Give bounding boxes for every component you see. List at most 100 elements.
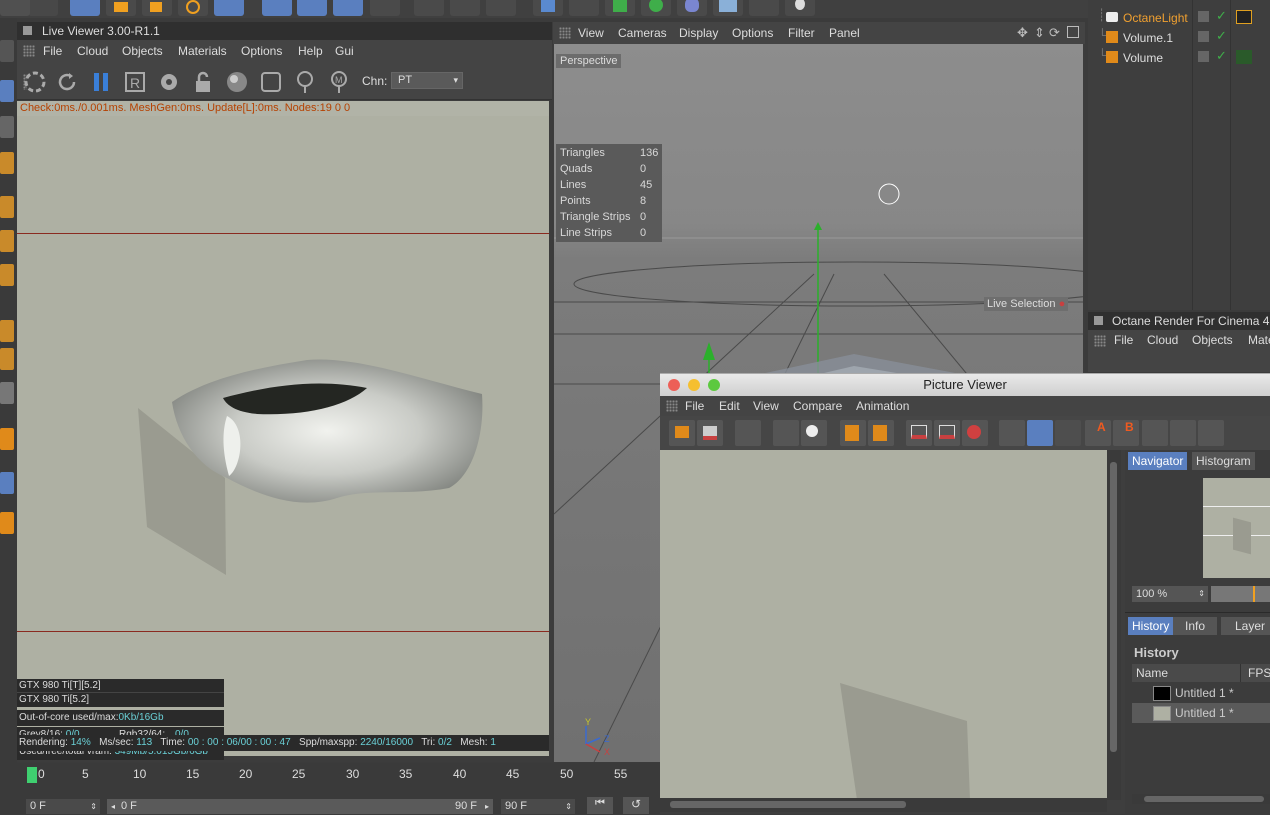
tab-layer[interactable]: Layer [1221,617,1270,635]
tab-history[interactable]: History [1128,617,1174,635]
maximize-view-icon[interactable] [1067,26,1079,38]
polygons-mode-icon[interactable] [0,264,14,286]
zoom-view-icon[interactable]: ⇕ [1034,25,1045,41]
material-tag-icon[interactable] [1236,50,1252,64]
frame-range-slider[interactable]: ◂ 0 F 90 F ▸ [107,799,493,814]
set-a-icon[interactable]: A [1085,420,1111,446]
ab-swap-icon[interactable] [1055,420,1081,446]
sculpt-icon[interactable] [0,472,14,494]
go-to-start-icon[interactable]: ⏮ [587,797,613,814]
nurbs-icon[interactable] [605,0,635,16]
menu-file[interactable]: File [43,44,62,58]
lock-icon[interactable] [191,70,215,94]
array-icon[interactable] [641,0,671,16]
paint-icon[interactable] [0,512,14,534]
menu-options[interactable]: Options [241,44,282,58]
pause-render-icon[interactable] [89,70,113,94]
panel-close-icon[interactable] [1094,316,1103,325]
restart-render-icon[interactable] [55,70,79,94]
spline-icon[interactable] [569,0,599,16]
tab-navigator[interactable]: Navigator [1128,452,1188,470]
menu-materials[interactable]: Mate [1248,333,1270,347]
object-row[interactable]: └ Volume ✓ [1088,48,1270,68]
filter-grid-icon[interactable] [735,420,761,446]
layer-stack-icon[interactable] [1198,420,1224,446]
visible-check-icon[interactable]: ✓ [1216,8,1227,24]
edges-mode-icon[interactable] [0,230,14,252]
layer-icon[interactable] [1198,11,1209,22]
tool-strip-icon[interactable] [0,40,14,62]
navigator-thumbnail[interactable] [1203,478,1270,578]
history-scrollbar[interactable] [1132,794,1270,804]
compare-b-icon[interactable] [934,420,960,446]
light-icon[interactable] [785,0,815,16]
x-axis-lock-icon[interactable] [262,0,292,16]
visible-check-icon[interactable]: ✓ [1216,28,1227,44]
render-canvas[interactable]: GTX 980 Ti[T][5.2] GTX 980 Ti[5.2] Out-o… [17,116,549,760]
current-frame-field[interactable]: 0 F ⇕ [26,799,100,814]
object-name[interactable]: Volume [1123,51,1163,65]
camera-icon[interactable] [749,0,779,16]
range-right-arrow-icon[interactable]: ▸ [485,799,489,814]
menu-cloud[interactable]: Cloud [77,44,108,58]
object-row[interactable]: └ Volume.1 ✓ [1088,28,1270,48]
menu-objects[interactable]: Objects [1192,333,1233,347]
points-mode-icon[interactable] [0,196,14,218]
select-tool-icon[interactable] [70,0,100,16]
menu-view[interactable]: View [753,399,779,413]
material-sphere-icon[interactable] [225,70,249,94]
tool-close-icon[interactable]: ● [1059,298,1066,310]
floor-icon[interactable] [713,0,743,16]
toolbar-button[interactable] [28,0,58,16]
menu-gui[interactable]: Gui [335,44,354,58]
scroll-thumb[interactable] [1110,462,1117,752]
panel-close-icon[interactable] [23,26,32,35]
workplane-icon[interactable] [0,152,14,174]
layer-icon[interactable] [1198,51,1209,62]
render-region-icon[interactable] [868,420,894,446]
compare-a-icon[interactable] [906,420,932,446]
zoom-icon[interactable] [801,420,827,446]
channel-rgb-icon[interactable] [962,420,988,446]
render-view-icon[interactable] [414,0,444,16]
coordinate-system-icon[interactable] [370,0,400,16]
tweak-mode-icon[interactable] [0,348,14,370]
menu-compare[interactable]: Compare [793,399,842,413]
scale-tool-icon[interactable] [142,0,172,16]
menu-display[interactable]: Display [679,26,718,40]
minimize-window-icon[interactable] [688,379,700,391]
zoom-slider[interactable] [1211,586,1270,602]
close-window-icon[interactable] [668,379,680,391]
menu-file[interactable]: File [685,399,704,413]
move-view-icon[interactable]: ✥ [1017,25,1028,41]
axis-mode-icon[interactable] [0,320,14,342]
recent-tool-icon[interactable] [214,0,244,16]
zoom-window-icon[interactable] [708,379,720,391]
menu-animation[interactable]: Animation [856,399,909,413]
zoom-field[interactable]: 100 % ⇕ [1132,586,1208,602]
cube-icon[interactable] [533,0,563,16]
loop-icon[interactable]: ↺ [623,797,649,814]
y-axis-lock-icon[interactable] [297,0,327,16]
menu-materials[interactable]: Materials [178,44,227,58]
menu-edit[interactable]: Edit [719,399,740,413]
move-tool-icon[interactable] [106,0,136,16]
vertical-scrollbar[interactable] [1107,450,1121,800]
ab-compare-icon[interactable] [999,420,1025,446]
menu-filter[interactable]: Filter [788,26,815,40]
ab-split-icon[interactable] [1027,420,1053,446]
menu-panel[interactable]: Panel [829,26,860,40]
history-row-selected[interactable]: Untitled 1 * [1132,703,1270,723]
horizontal-scrollbar[interactable] [660,798,1107,812]
history-row[interactable]: Untitled 1 * [1132,683,1270,703]
column-name-header[interactable]: Name [1136,666,1168,680]
menu-cameras[interactable]: Cameras [618,26,667,40]
menu-cloud[interactable]: Cloud [1147,333,1178,347]
menu-help[interactable]: Help [298,44,323,58]
picture-canvas[interactable] [660,450,1107,800]
pin-material-icon[interactable]: M [327,70,351,94]
tab-histogram[interactable]: Histogram [1192,452,1255,470]
open-file-icon[interactable] [669,420,695,446]
settings-gear-icon[interactable] [157,70,181,94]
max-frame-field[interactable]: 90 F ⇕ [501,799,575,814]
